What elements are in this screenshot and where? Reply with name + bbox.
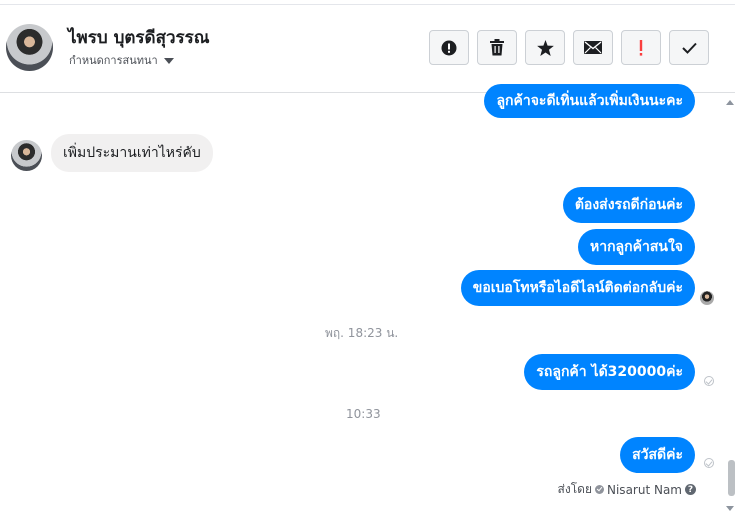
message-bubble-outgoing[interactable]: ขอเบอโทหรือไอดีไลน์ติดต่อกลับค่ะ xyxy=(460,270,695,306)
seen-avatar-icon xyxy=(700,291,714,305)
sent-by-line: ส่งโดย Nisarut Nam ? xyxy=(558,480,696,499)
delete-button[interactable] xyxy=(477,30,517,65)
contact-avatar[interactable] xyxy=(6,24,53,71)
exclamation-icon xyxy=(639,39,643,56)
timestamp: 10:33 xyxy=(346,407,381,421)
mark-unread-button[interactable] xyxy=(573,30,613,65)
message-bubble-outgoing[interactable]: ต้องส่งรถดีก่อนค่ะ xyxy=(562,187,695,223)
alert-circle-icon xyxy=(441,40,457,55)
mark-done-button[interactable] xyxy=(669,30,709,65)
conversation-settings-label: กำหนดการสนทนา xyxy=(69,54,158,67)
message-bubble-outgoing[interactable]: หากลูกค้าสนใจ xyxy=(577,229,695,265)
contact-name[interactable]: ไพรบ บุตรดีสุวรรณ xyxy=(68,24,210,51)
sent-by-label: ส่งโดย xyxy=(557,482,592,496)
conversation-settings-dropdown[interactable]: กำหนดการสนทนา xyxy=(69,51,174,69)
scroll-down-arrow-icon[interactable] xyxy=(726,506,734,511)
follow-up-button[interactable] xyxy=(621,30,661,65)
message-bubble-outgoing[interactable]: ลูกค้าจะดีเทิ่นแล้วเพิ่มเงินนะคะ xyxy=(484,84,695,118)
star-button[interactable] xyxy=(525,30,565,65)
verified-check-icon xyxy=(595,485,604,494)
sender-name[interactable]: Nisarut Nam xyxy=(607,483,682,497)
caret-down-icon xyxy=(163,58,174,64)
delivered-check-icon xyxy=(704,458,714,468)
scroll-up-arrow-icon[interactable] xyxy=(726,100,734,105)
message-bubble-incoming[interactable]: เพิ่มประมานเท่าไหร่คับ xyxy=(51,134,213,172)
checkmark-icon xyxy=(681,42,697,54)
help-icon[interactable]: ? xyxy=(685,484,696,495)
scrollbar-thumb[interactable] xyxy=(728,460,735,496)
delivered-check-icon xyxy=(704,376,714,386)
envelope-icon xyxy=(584,41,602,54)
timestamp: พฤ. 18:23 น. xyxy=(325,326,399,340)
message-bubble-outgoing[interactable]: สวัสดีค่ะ xyxy=(620,437,695,473)
scrollbar[interactable] xyxy=(726,93,735,519)
message-bubble-outgoing[interactable]: รถลูกค้า ได้320000ค่ะ xyxy=(524,354,695,390)
trash-icon xyxy=(490,39,504,56)
star-icon xyxy=(536,39,554,56)
contact-avatar-small[interactable] xyxy=(11,140,42,171)
conversation-header: ไพรบ บุตรดีสุวรรณ กำหนดการสนทนา xyxy=(0,5,735,93)
spam-button[interactable] xyxy=(429,30,469,65)
